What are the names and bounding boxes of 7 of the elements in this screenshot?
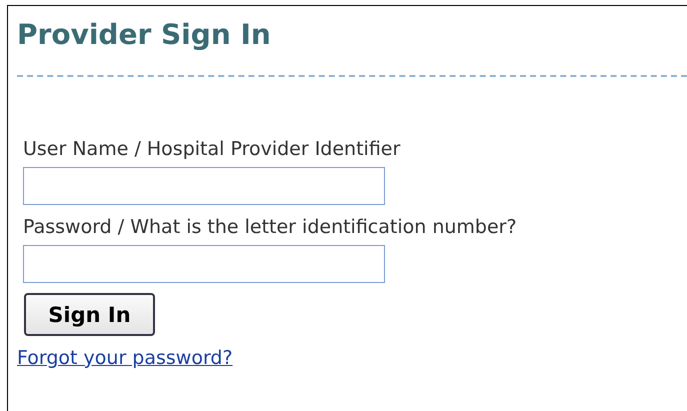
field-label: Password / What is the letter identification number? xyxy=(23,215,517,239)
forgot-password-link[interactable]: Forgot your password? xyxy=(17,347,233,369)
input-field[interactable] xyxy=(23,167,385,205)
page-title: Provider Sign In xyxy=(17,17,271,53)
field-label: User Name / Hospital Provider Identifier xyxy=(23,137,400,161)
input-field[interactable] xyxy=(23,245,385,283)
sign-in-button[interactable]: Sign In xyxy=(24,293,155,336)
